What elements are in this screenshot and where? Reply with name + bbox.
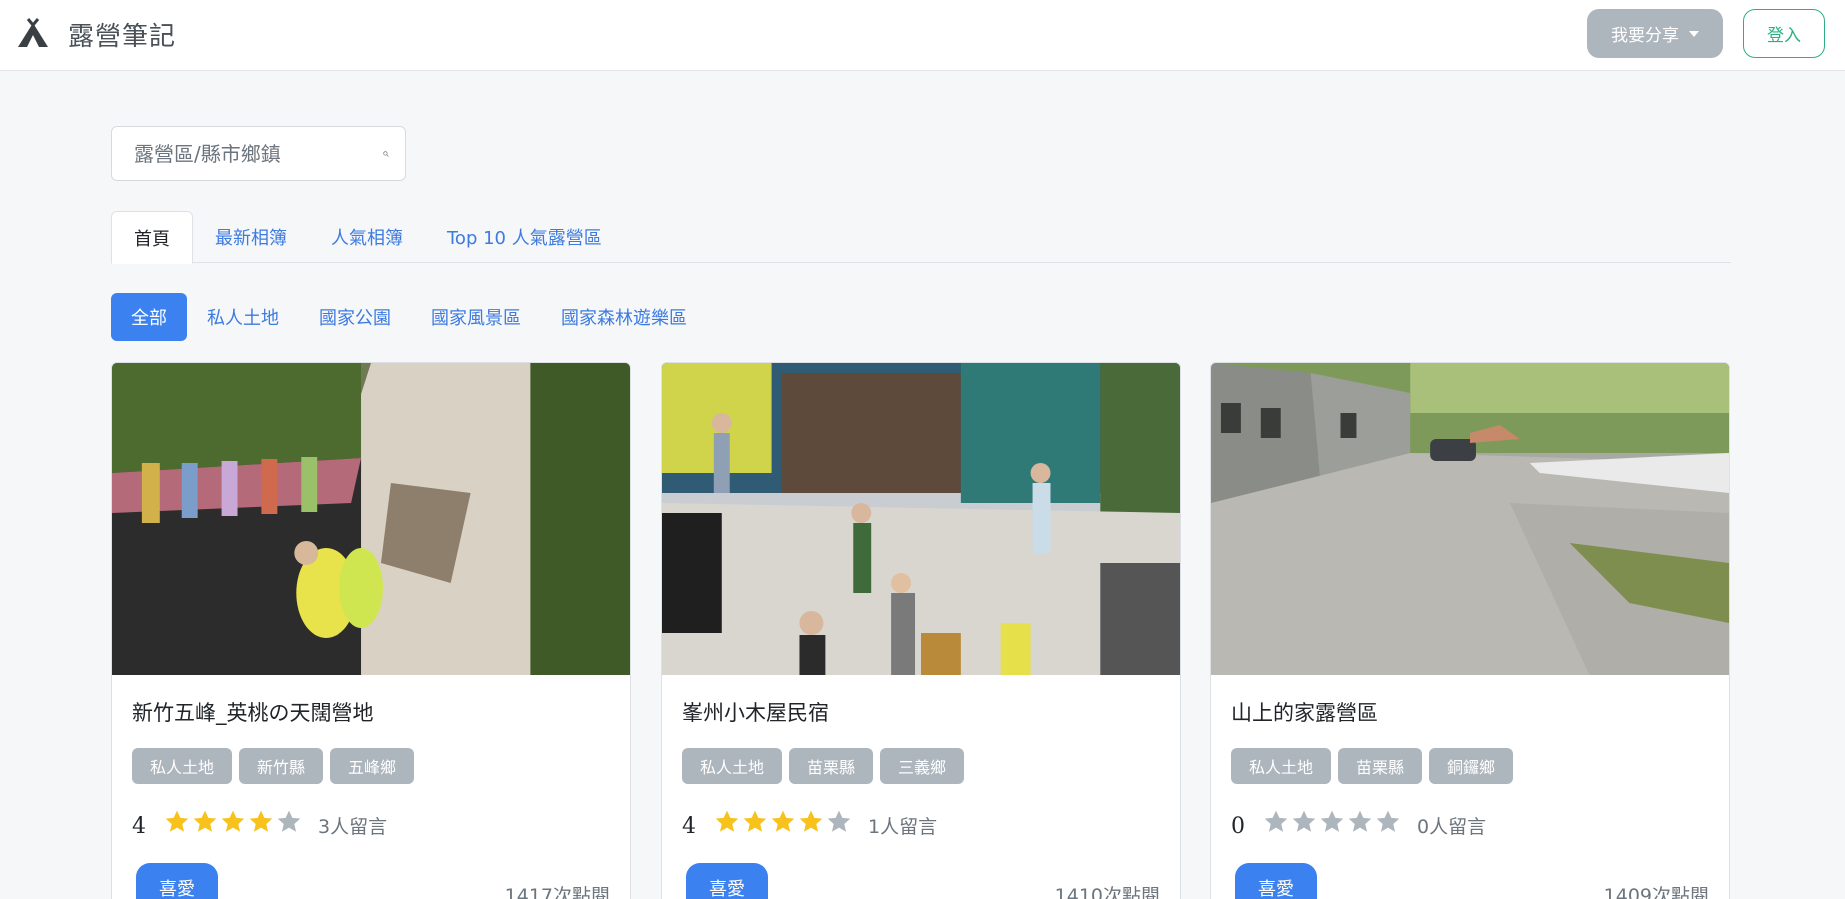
like-button[interactable]: 喜愛	[1235, 863, 1317, 899]
tab-home[interactable]: 首頁	[111, 211, 193, 264]
tent-icon	[18, 18, 48, 47]
brand-name: 露營筆記	[68, 21, 177, 52]
filter-national-forest-recreation-area[interactable]: 國家森林遊樂區	[541, 293, 707, 341]
campsite-photo[interactable]	[112, 363, 630, 675]
view-count: 1410次點閱	[1054, 885, 1160, 899]
star-rating	[1263, 809, 1401, 835]
rating-value: 4	[132, 813, 146, 839]
like-button[interactable]: 喜愛	[136, 863, 218, 899]
share-dropdown-button[interactable]: 我要分享	[1587, 9, 1723, 58]
tag-township[interactable]: 三義鄉	[880, 748, 965, 784]
star-filled-icon	[743, 810, 767, 832]
search-box	[111, 126, 406, 181]
tab-popular-albums[interactable]: 人氣相簿	[309, 211, 425, 263]
star-empty-icon	[1348, 810, 1372, 832]
star-empty-icon	[827, 810, 851, 832]
top-navbar: 露營筆記 我要分享 登入	[0, 0, 1845, 71]
star-empty-icon	[1264, 810, 1288, 832]
star-empty-icon	[1320, 810, 1344, 832]
star-filled-icon	[771, 810, 795, 832]
campsite-photo[interactable]	[662, 363, 1180, 675]
filter-private-land[interactable]: 私人土地	[187, 293, 299, 341]
tab-top10-campsites[interactable]: Top 10 人氣露營區	[425, 211, 624, 263]
rating-row: 4 3人留言	[132, 800, 387, 844]
category-filters: 全部 私人土地 國家公園 國家風景區 國家森林遊樂區	[111, 293, 707, 341]
tag-land-type[interactable]: 私人土地	[682, 748, 783, 784]
campsite-title[interactable]: 峯州小木屋民宿	[682, 697, 829, 727]
star-empty-icon	[1292, 810, 1316, 832]
search-input[interactable]	[112, 127, 383, 180]
star-rating	[714, 809, 852, 835]
star-rating	[164, 809, 302, 835]
star-filled-icon	[715, 810, 739, 832]
star-filled-icon	[193, 810, 217, 832]
tag-township[interactable]: 五峰鄉	[330, 748, 415, 784]
star-filled-icon	[221, 810, 245, 832]
tag-township[interactable]: 銅鑼鄉	[1429, 748, 1514, 784]
filter-national-scenic-area[interactable]: 國家風景區	[411, 293, 541, 341]
tag-list: 私人土地 苗栗縣 銅鑼鄉	[1231, 748, 1514, 784]
filter-all[interactable]: 全部	[111, 293, 187, 341]
campsite-card[interactable]: 新竹五峰_英桃の天闊營地 私人土地 新竹縣 五峰鄉 4 3人留言 喜愛 1417…	[111, 362, 631, 899]
campsite-title[interactable]: 山上的家露營區	[1231, 697, 1378, 727]
caret-down-icon	[1689, 30, 1699, 37]
brand[interactable]: 露營筆記	[16, 14, 176, 54]
campsite-photo[interactable]	[1211, 363, 1729, 675]
star-filled-icon	[165, 810, 189, 832]
tag-list: 私人土地 新竹縣 五峰鄉	[132, 748, 415, 784]
comment-count: 1人留言	[868, 815, 938, 838]
rating-value: 0	[1231, 813, 1245, 839]
tag-list: 私人土地 苗栗縣 三義鄉	[682, 748, 965, 784]
tag-county[interactable]: 新竹縣	[239, 748, 324, 784]
star-empty-icon	[277, 810, 301, 832]
star-filled-icon	[799, 810, 823, 832]
rating-row: 0 0人留言	[1231, 800, 1486, 844]
filter-national-park[interactable]: 國家公園	[299, 293, 411, 341]
tag-county[interactable]: 苗栗縣	[789, 748, 874, 784]
main-tabs: 首頁 最新相簿 人氣相簿 Top 10 人氣露營區	[111, 211, 1731, 264]
campsite-card[interactable]: 峯州小木屋民宿 私人土地 苗栗縣 三義鄉 4 1人留言 喜愛 1410次點閱	[661, 362, 1181, 899]
tag-county[interactable]: 苗栗縣	[1338, 748, 1423, 784]
star-empty-icon	[1376, 810, 1400, 832]
tag-land-type[interactable]: 私人土地	[132, 748, 233, 784]
search-icon[interactable]	[383, 141, 389, 167]
rating-value: 4	[682, 813, 696, 839]
tab-latest-albums[interactable]: 最新相簿	[193, 211, 309, 263]
comment-count: 3人留言	[318, 815, 388, 838]
campsite-title[interactable]: 新竹五峰_英桃の天闊營地	[132, 697, 374, 727]
like-button[interactable]: 喜愛	[686, 863, 768, 899]
tag-land-type[interactable]: 私人土地	[1231, 748, 1332, 784]
login-button[interactable]: 登入	[1743, 9, 1825, 58]
comment-count: 0人留言	[1417, 815, 1487, 838]
star-filled-icon	[249, 810, 273, 832]
view-count: 1417次點閱	[504, 885, 610, 899]
view-count: 1409次點閱	[1603, 885, 1709, 899]
share-label: 我要分享	[1611, 26, 1679, 46]
campsite-card[interactable]: 山上的家露營區 私人土地 苗栗縣 銅鑼鄉 0 0人留言 喜愛 1409次點閱	[1210, 362, 1730, 899]
rating-row: 4 1人留言	[682, 800, 937, 844]
